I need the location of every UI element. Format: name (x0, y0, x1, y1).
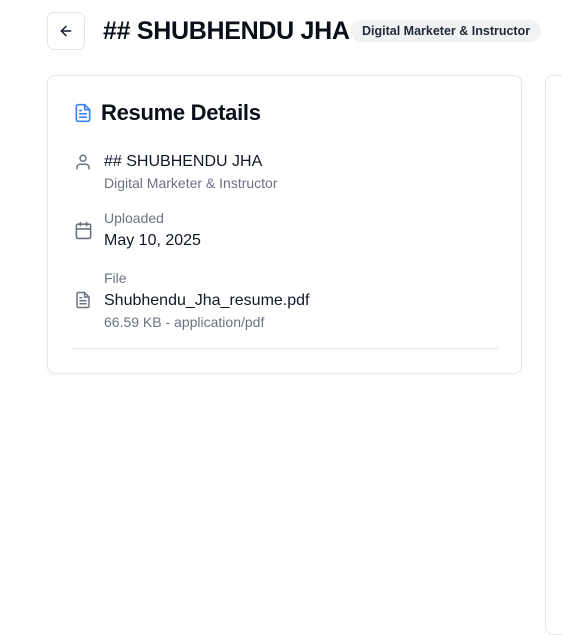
back-button[interactable] (47, 12, 85, 50)
uploaded-date: May 10, 2025 (104, 232, 201, 249)
file-text-icon (73, 102, 93, 124)
candidate-role: Digital Marketer & Instructor (104, 175, 278, 191)
card-title: Resume Details (101, 100, 261, 125)
name-row: ## SHUBHENDU JHA Digital Marketer & Inst… (73, 151, 278, 193)
resume-details-card: Resume Details ## SHUBHENDU JHA Digital … (47, 75, 522, 374)
file-label: File (104, 270, 127, 286)
role-badge: Digital Marketer & Instructor (351, 20, 542, 42)
arrow-left-icon (58, 23, 74, 39)
uploaded-row: Uploaded May 10, 2025 (73, 209, 201, 252)
page-title: ## SHUBHENDU JHA (103, 17, 350, 45)
secondary-panel (545, 75, 562, 635)
candidate-name: ## SHUBHENDU JHA (104, 153, 263, 170)
card-header: Resume Details (73, 99, 261, 127)
file-row: File Shubhendu_Jha_resume.pdf 66.59 KB -… (73, 269, 310, 332)
divider (72, 348, 498, 349)
file-meta: 66.59 KB - application/pdf (104, 314, 265, 330)
uploaded-label: Uploaded (104, 210, 164, 226)
file-text-icon (73, 290, 93, 310)
user-icon (73, 152, 93, 172)
file-name[interactable]: Shubhendu_Jha_resume.pdf (104, 290, 310, 312)
calendar-icon (73, 220, 93, 240)
